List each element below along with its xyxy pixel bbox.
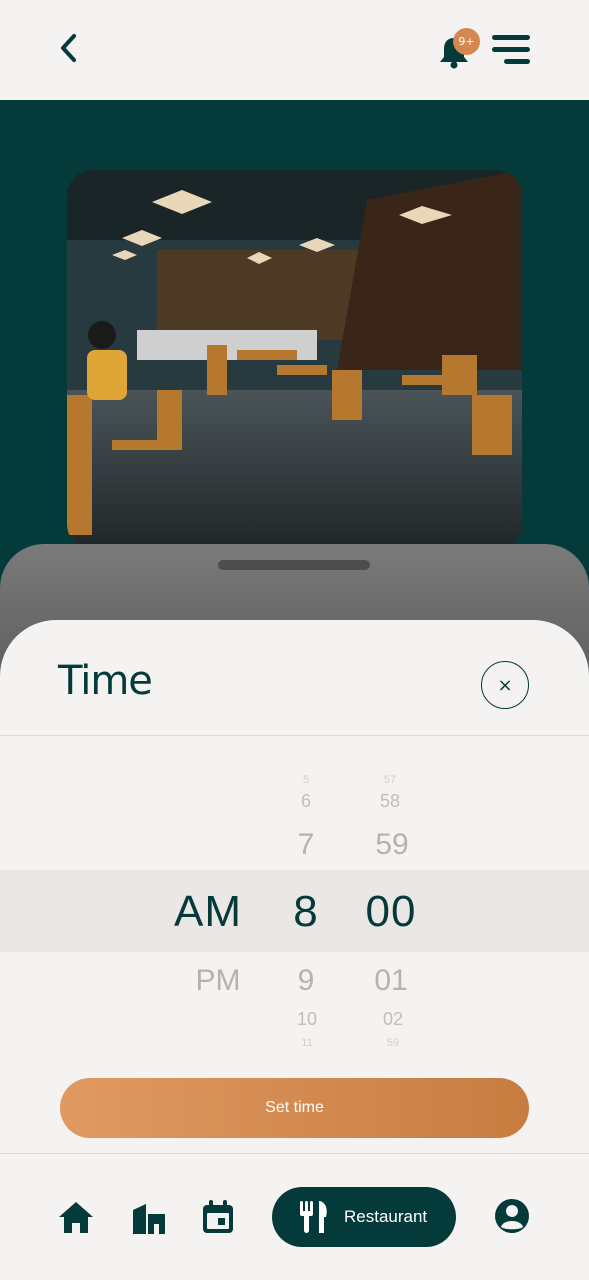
nav-restaurant[interactable]: Restaurant: [272, 1187, 456, 1247]
hour-option[interactable]: 5: [303, 774, 309, 786]
nav-home[interactable]: [56, 1197, 96, 1237]
minute-option[interactable]: 59: [387, 1037, 399, 1049]
profile-icon: [495, 1199, 529, 1233]
nav-profile[interactable]: [492, 1196, 532, 1236]
hour-selected[interactable]: 8: [293, 887, 318, 937]
period-option[interactable]: PM: [196, 964, 241, 998]
hamburger-menu-icon: [492, 35, 530, 64]
hour-option[interactable]: 11: [301, 1037, 312, 1049]
chevron-left-icon: [61, 34, 76, 62]
home-icon: [59, 1202, 93, 1233]
divider: [0, 1153, 589, 1154]
restaurant-icon: [300, 1201, 327, 1233]
minute-selected[interactable]: 00: [366, 887, 417, 937]
hour-option[interactable]: 7: [298, 828, 315, 862]
set-time-button[interactable]: Set time: [60, 1078, 529, 1138]
nav-buildings[interactable]: [129, 1198, 169, 1238]
back-button[interactable]: [52, 30, 84, 66]
hour-option[interactable]: 10: [297, 1009, 317, 1030]
hour-option[interactable]: 6: [301, 791, 311, 812]
divider: [0, 735, 589, 736]
minute-option[interactable]: 02: [383, 1009, 403, 1030]
period-selected[interactable]: AM: [174, 887, 242, 937]
drag-handle[interactable]: [218, 560, 370, 570]
minute-option[interactable]: 01: [374, 964, 407, 998]
menu-button[interactable]: [490, 32, 532, 68]
hour-option[interactable]: 9: [298, 964, 315, 998]
buildings-icon: [133, 1204, 165, 1234]
notification-badge: 9+: [453, 28, 480, 55]
sheet-title: Time: [58, 658, 153, 704]
calendar-icon: [203, 1200, 233, 1233]
minute-option[interactable]: 57: [384, 774, 396, 786]
restaurant-photo: [67, 170, 522, 550]
minute-option[interactable]: 59: [375, 828, 408, 862]
minute-option[interactable]: 58: [380, 791, 400, 812]
nav-restaurant-label: Restaurant: [344, 1207, 428, 1226]
close-button[interactable]: ×: [481, 661, 529, 709]
close-icon: ×: [497, 674, 513, 696]
nav-calendar[interactable]: [198, 1197, 238, 1237]
